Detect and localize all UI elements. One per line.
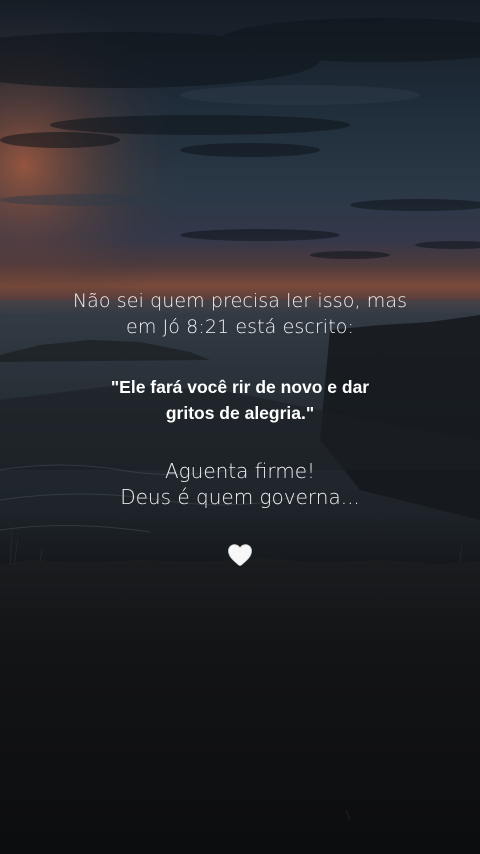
bible-verse: "Ele fará você rir de novo e dar gritos …	[50, 374, 430, 426]
verse-line: gritos de alegria."	[165, 403, 315, 423]
verse-line: "Ele fará você rir de novo e dar	[110, 377, 370, 397]
intro-line: Não sei quem precisa ler isso, mas	[72, 290, 408, 312]
closing-text: Aguenta firme! Deus é quem governa...	[40, 458, 440, 510]
intro-line: em Jó 8:21 está escrito:	[126, 316, 354, 338]
closing-line: Aguenta firme!	[164, 459, 316, 483]
message-block: Não sei quem precisa ler isso, mas em Jó…	[0, 288, 480, 510]
white-heart-icon	[228, 544, 252, 566]
intro-text: Não sei quem precisa ler isso, mas em Jó…	[40, 288, 440, 340]
closing-line: Deus é quem governa...	[120, 485, 360, 509]
post-screen: Não sei quem precisa ler isso, mas em Jó…	[0, 0, 480, 854]
